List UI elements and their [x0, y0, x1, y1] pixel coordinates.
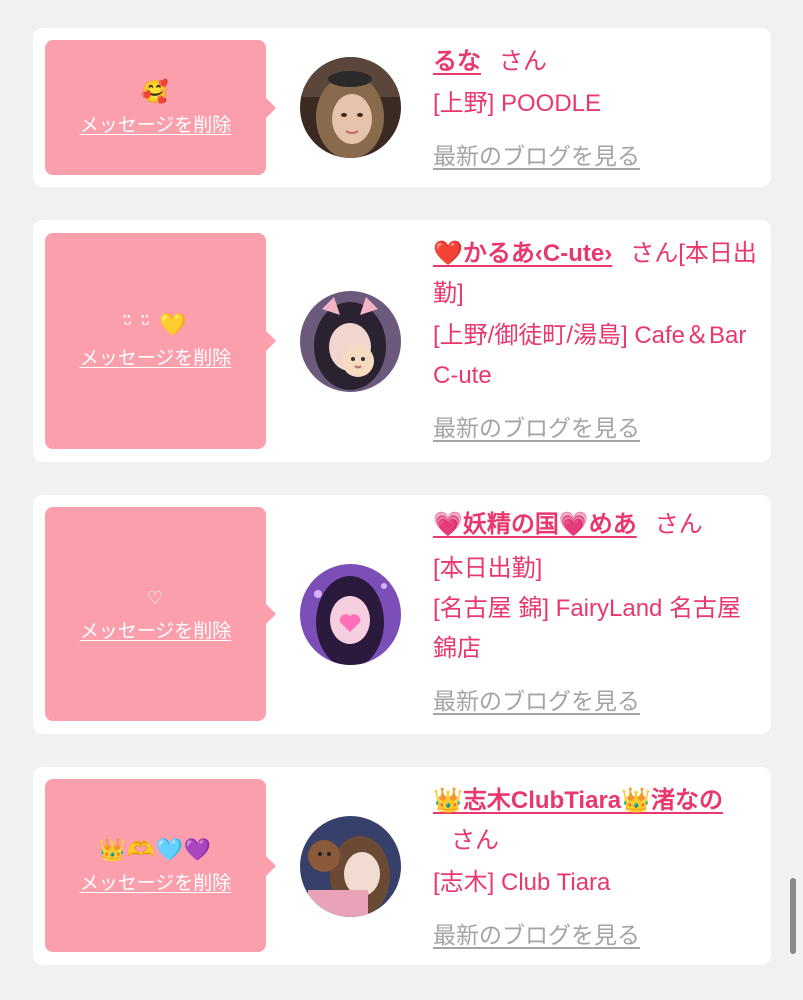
member-info: るな さん [上野] POODLE 最新のブログを見る: [433, 42, 759, 171]
favorite-card: ♡ メッセージを削除 💗妖精の国💗めあ さん [本日出勤] [名古屋 錦] Fai…: [33, 495, 771, 734]
latest-blog-link[interactable]: 最新のブログを見る: [433, 916, 640, 950]
latest-blog-link[interactable]: 最新のブログを見る: [433, 409, 640, 443]
message-bubble: 👑🫶🩵💜 メッセージを削除: [45, 779, 276, 952]
message-text: ♡: [146, 588, 165, 609]
shop-detail: [上野] POODLE: [433, 90, 602, 117]
avatar[interactable]: [300, 57, 401, 158]
name-line: 👑志木ClubTiara👑渚なのさん: [433, 781, 759, 861]
name-line: るな さん: [433, 42, 759, 82]
member-info: 💗妖精の国💗めあ さん [本日出勤] [名古屋 錦] FairyLand 名古屋錦…: [433, 505, 759, 716]
delete-message-link[interactable]: メッセージを削除: [80, 346, 232, 370]
delete-message-link[interactable]: メッセージを削除: [80, 619, 232, 643]
favorite-card: 👑🫶🩵💜 メッセージを削除 👑志木ClubTiara👑渚なのさん [志木] Cl…: [33, 767, 771, 965]
honorific: さん: [654, 511, 703, 538]
avatar[interactable]: [300, 564, 401, 665]
attendance-status: [本日出勤]: [433, 555, 543, 582]
message-bubble: 🥰 メッセージを削除: [45, 40, 276, 175]
member-name-link[interactable]: るな: [433, 48, 481, 75]
delete-message-link[interactable]: メッセージを削除: [80, 113, 232, 137]
avatar[interactable]: [300, 291, 401, 392]
honorific: さん: [499, 48, 547, 75]
latest-blog-link[interactable]: 最新のブログを見る: [433, 682, 640, 716]
name-line: ❤️かるあ‹C-ute› さん[本日出勤]: [433, 234, 759, 314]
delete-message-link[interactable]: メッセージを削除: [80, 871, 232, 895]
scrollbar[interactable]: [790, 878, 796, 954]
member-name-link[interactable]: 💗妖精の国💗めあ: [433, 511, 637, 538]
member-info: ❤️かるあ‹C-ute› さん[本日出勤] [上野/御徒町/湯島] Cafe＆Ba…: [433, 234, 759, 443]
honorific: さん: [630, 240, 679, 267]
shop-detail: [上野/御徒町/湯島] Cafe＆Bar C-ute: [433, 322, 747, 389]
avatar[interactable]: [300, 816, 401, 917]
message-text: 👑🫶🩵💜: [98, 837, 213, 863]
member-name-link[interactable]: ❤️かるあ‹C-ute›: [433, 240, 612, 267]
shop-detail: [名古屋 錦] FairyLand 名古屋錦店: [433, 595, 742, 662]
member-name-link[interactable]: 👑志木ClubTiara👑渚なの: [433, 787, 723, 814]
message-text: ᵕ̈ ᵕ̈ 💛: [123, 313, 188, 338]
honorific: さん: [451, 827, 499, 854]
favorite-card: 🥰 メッセージを削除 るな さん [上野] POODLE 最新のブログを見る: [33, 28, 771, 187]
member-info: 👑志木ClubTiara👑渚なのさん [志木] Club Tiara 最新のブロ…: [433, 781, 759, 950]
message-bubble: ᵕ̈ ᵕ̈ 💛 メッセージを削除: [45, 233, 276, 449]
shop-detail: [志木] Club Tiara: [433, 869, 611, 896]
message-text: 🥰: [141, 79, 170, 105]
latest-blog-link[interactable]: 最新のブログを見る: [433, 137, 640, 171]
name-line: 💗妖精の国💗めあ さん: [433, 505, 759, 545]
favorite-card: ᵕ̈ ᵕ̈ 💛 メッセージを削除 ❤️かるあ‹C-ute› さん[本日出勤] [上…: [33, 220, 771, 462]
message-bubble: ♡ メッセージを削除: [45, 507, 276, 721]
